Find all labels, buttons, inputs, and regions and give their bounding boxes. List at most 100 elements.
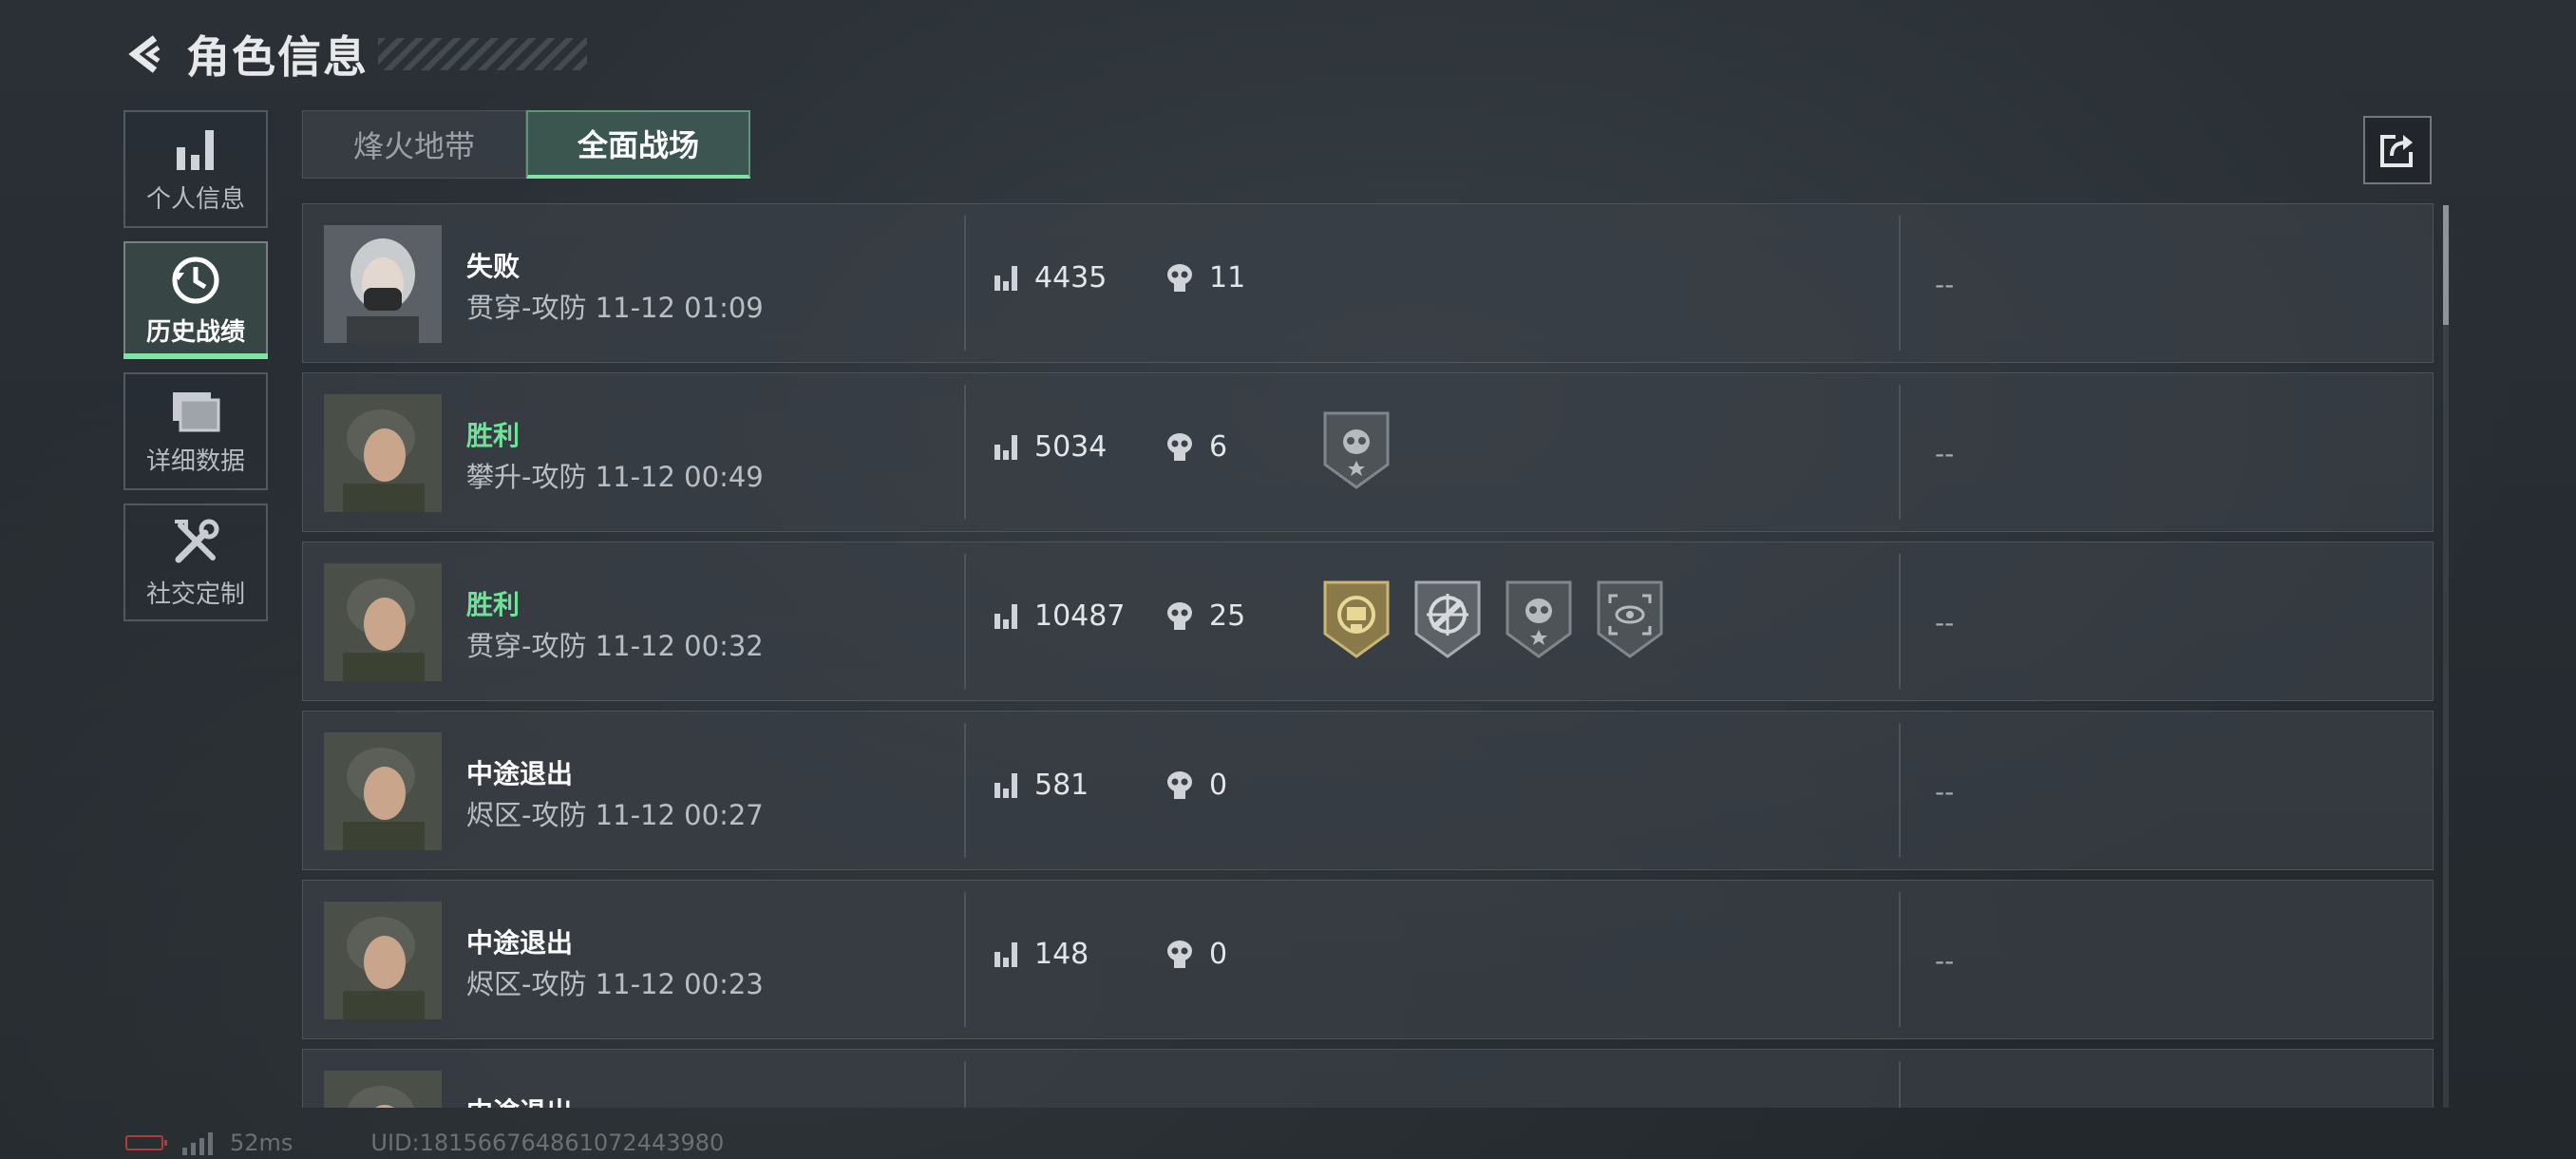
signal-icon: [182, 1130, 217, 1155]
kills-stat: 25: [1165, 599, 1245, 633]
column-divider: [1899, 723, 1901, 858]
tools-icon: [175, 519, 219, 562]
gold-vehicle-medal-icon[interactable]: [1321, 579, 1392, 660]
column-divider: [964, 1061, 966, 1108]
extra-info: --: [1935, 776, 1955, 808]
operator-avatar: [324, 563, 442, 681]
score-value: 10487: [1034, 599, 1126, 633]
extra-info: --: [1935, 269, 1955, 300]
score-value: 4435: [1034, 261, 1108, 294]
score-stat: 4435: [993, 261, 1107, 294]
skull-star-medal-icon[interactable]: [1504, 579, 1574, 660]
score-value: 148: [1034, 938, 1089, 971]
medal-list: [1321, 409, 1412, 491]
match-history-list[interactable]: 失败 贯穿-攻防 11-12 01:09 4435 11 -- 胜利 攀升-攻防…: [302, 203, 2434, 1108]
skull-icon: [1167, 770, 1192, 799]
sidebar-item-personal-info[interactable]: 个人信息: [123, 110, 268, 228]
score-icon: [994, 265, 1017, 291]
medal-list: [1321, 579, 1686, 660]
match-mode-time: 攀升-攻防 11-12 00:49: [466, 461, 764, 493]
tab-all-out-war[interactable]: 全面战场: [526, 110, 750, 179]
folder-icon: [173, 391, 220, 431]
score-icon: [994, 434, 1017, 460]
skull-icon: [1167, 432, 1192, 461]
match-mode-time: 贯穿-攻防 11-12 00:32: [466, 630, 764, 662]
operator-avatar: [324, 902, 442, 1019]
sidebar-item-label: 历史战绩: [145, 317, 245, 347]
match-record-row[interactable]: 胜利 贯穿-攻防 11-12 00:32 10487 25 --: [302, 542, 2434, 701]
operator-avatar: [324, 225, 442, 343]
page-header: 角色信息: [123, 21, 587, 87]
extra-info: --: [1935, 438, 1955, 469]
score-icon: [994, 772, 1017, 798]
back-button[interactable]: [123, 29, 173, 79]
score-value: 5034: [1034, 430, 1108, 464]
kills-value: 0: [1209, 938, 1228, 971]
column-divider: [964, 554, 966, 689]
match-result: 中途退出: [466, 758, 574, 789]
title-decoration: [378, 38, 587, 70]
page-title: 角色信息: [186, 31, 369, 83]
kills-stat: 0: [1165, 938, 1227, 971]
match-result: 胜利: [466, 589, 521, 620]
ping-value: 52ms: [230, 1130, 294, 1156]
skull-star-medal-icon[interactable]: [1321, 409, 1392, 491]
skull-icon: [1167, 263, 1192, 292]
match-record-row[interactable]: 中途退出: [302, 1049, 2434, 1108]
sidebar-item-label: 详细数据: [145, 446, 245, 476]
status-bar: 52ms UID:1815667648610724439​80: [125, 1129, 724, 1157]
kills-stat: 6: [1165, 430, 1227, 464]
kills-stat: 0: [1165, 769, 1227, 802]
sidebar-item-detail-data[interactable]: 详细数据: [123, 372, 268, 490]
sidebar-item-label: 个人信息: [145, 184, 245, 214]
scrollbar-thumb[interactable]: [2443, 205, 2449, 325]
score-stat: 5034: [993, 430, 1107, 464]
match-record-row[interactable]: 中途退出 烬区-攻防 11-12 00:23 148 0 --: [302, 880, 2434, 1039]
sidebar-item-history[interactable]: 历史战绩: [123, 241, 268, 359]
score-stat: 10487: [993, 599, 1125, 633]
column-divider: [1899, 554, 1901, 689]
operator-avatar: [324, 1071, 442, 1108]
kills-value: 6: [1209, 430, 1228, 464]
score-icon: [994, 603, 1017, 629]
sidebar: 个人信息 历史战绩 详细数据 社交定制: [123, 110, 270, 635]
history-clock-icon: [172, 256, 219, 303]
kills-value: 25: [1209, 599, 1246, 633]
crosshair-rifle-medal-icon[interactable]: [1412, 579, 1483, 660]
sidebar-item-label: 社交定制: [145, 580, 245, 609]
skull-icon: [1167, 601, 1192, 630]
match-record-row[interactable]: 胜利 攀升-攻防 11-12 00:49 5034 6 --: [302, 372, 2434, 532]
kills-value: 11: [1209, 261, 1246, 294]
column-divider: [964, 892, 966, 1027]
tab-warzone-extraction[interactable]: 烽火地带: [302, 110, 526, 179]
column-divider: [964, 723, 966, 858]
column-divider: [964, 385, 966, 520]
eye-target-medal-icon[interactable]: [1595, 579, 1665, 660]
score-stat: 581: [993, 769, 1089, 802]
sidebar-item-social[interactable]: 社交定制: [123, 504, 268, 621]
match-result: 胜利: [466, 420, 521, 451]
match-result: 失败: [466, 251, 521, 282]
back-arrow-icon: [128, 35, 161, 73]
extra-info: --: [1935, 607, 1955, 638]
operator-avatar: [324, 394, 442, 512]
column-divider: [1899, 385, 1901, 520]
share-button[interactable]: [2363, 116, 2432, 184]
battery-icon: [125, 1135, 167, 1150]
match-result: 中途退出: [466, 1092, 573, 1108]
match-mode-time: 贯穿-攻防 11-12 01:09: [466, 292, 764, 324]
score-stat: 148: [993, 938, 1089, 971]
match-record-row[interactable]: 中途退出 烬区-攻防 11-12 00:27 581 0 --: [302, 711, 2434, 870]
user-uid: UID:1815667648610724439​80: [370, 1130, 725, 1156]
share-export-icon: [2380, 135, 2413, 167]
match-mode-time: 烬区-攻防 11-12 00:23: [466, 968, 764, 1000]
match-record-row[interactable]: 失败 贯穿-攻防 11-12 01:09 4435 11 --: [302, 203, 2434, 363]
mode-tabs: 烽火地带 全面战场: [302, 110, 750, 179]
match-mode-time: 烬区-攻防 11-12 00:27: [466, 799, 764, 831]
column-divider: [964, 216, 966, 351]
column-divider: [1899, 1061, 1901, 1108]
list-scrollbar[interactable]: [2443, 205, 2449, 1108]
score-value: 581: [1034, 769, 1089, 802]
score-icon: [994, 941, 1017, 967]
kills-value: 0: [1209, 769, 1228, 802]
